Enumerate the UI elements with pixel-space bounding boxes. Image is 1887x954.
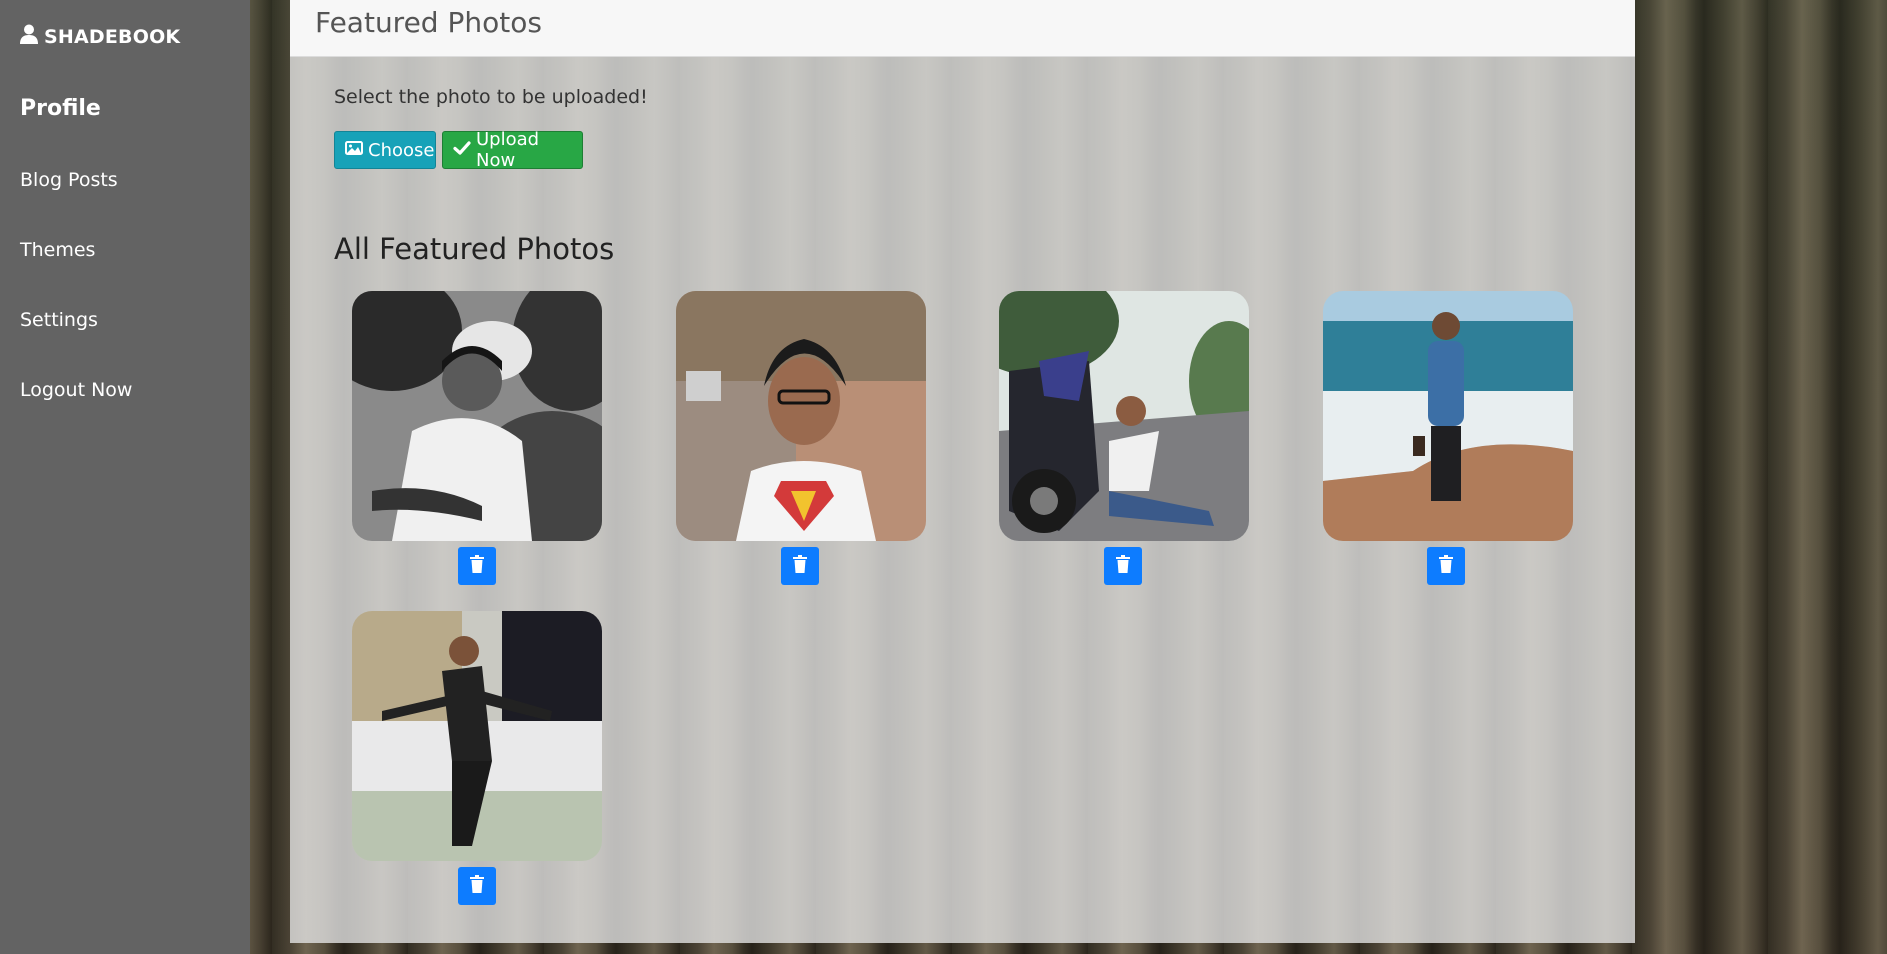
card-header: Featured Photos: [290, 0, 1635, 57]
brand[interactable]: SHADEBOOK: [20, 24, 180, 49]
sidebar-item-blog-posts[interactable]: Blog Posts: [20, 169, 118, 191]
section-title: All Featured Photos: [334, 232, 615, 266]
choose-button[interactable]: Choose: [334, 131, 436, 169]
delete-photo-3-button[interactable]: [1104, 547, 1142, 585]
featured-photo-5[interactable]: [352, 611, 602, 861]
sidebar-item-profile[interactable]: Profile: [20, 96, 101, 121]
featured-photo-4[interactable]: [1323, 291, 1573, 541]
sidebar: SHADEBOOK Profile Blog Posts Themes Sett…: [0, 0, 250, 954]
delete-photo-5-button[interactable]: [458, 867, 496, 905]
upload-label: Upload Now: [476, 129, 540, 171]
page-title: Featured Photos: [315, 6, 542, 39]
sidebar-item-themes[interactable]: Themes: [20, 239, 95, 261]
featured-photo-1[interactable]: [352, 291, 602, 541]
trash-icon: [1115, 554, 1131, 578]
trash-icon: [469, 874, 485, 898]
delete-photo-1-button[interactable]: [458, 547, 496, 585]
featured-photo-3[interactable]: [999, 291, 1249, 541]
sidebar-item-settings[interactable]: Settings: [20, 309, 98, 331]
sidebar-item-logout[interactable]: Logout Now: [20, 379, 132, 401]
delete-photo-2-button[interactable]: [781, 547, 819, 585]
image-icon: [345, 139, 363, 162]
choose-label: Choose: [368, 139, 435, 161]
featured-photo-2[interactable]: [676, 291, 926, 541]
check-icon: [453, 139, 471, 162]
trash-icon: [469, 554, 485, 578]
brand-name: SHADEBOOK: [44, 25, 181, 48]
delete-photo-4-button[interactable]: [1427, 547, 1465, 585]
trash-icon: [792, 554, 808, 578]
featured-photos-card: Featured Photos Select the photo to be u…: [290, 0, 1635, 943]
user-icon: [20, 24, 38, 49]
upload-hint: Select the photo to be uploaded!: [334, 86, 648, 108]
trash-icon: [1438, 554, 1454, 578]
upload-now-button[interactable]: Upload Now: [442, 129, 583, 171]
